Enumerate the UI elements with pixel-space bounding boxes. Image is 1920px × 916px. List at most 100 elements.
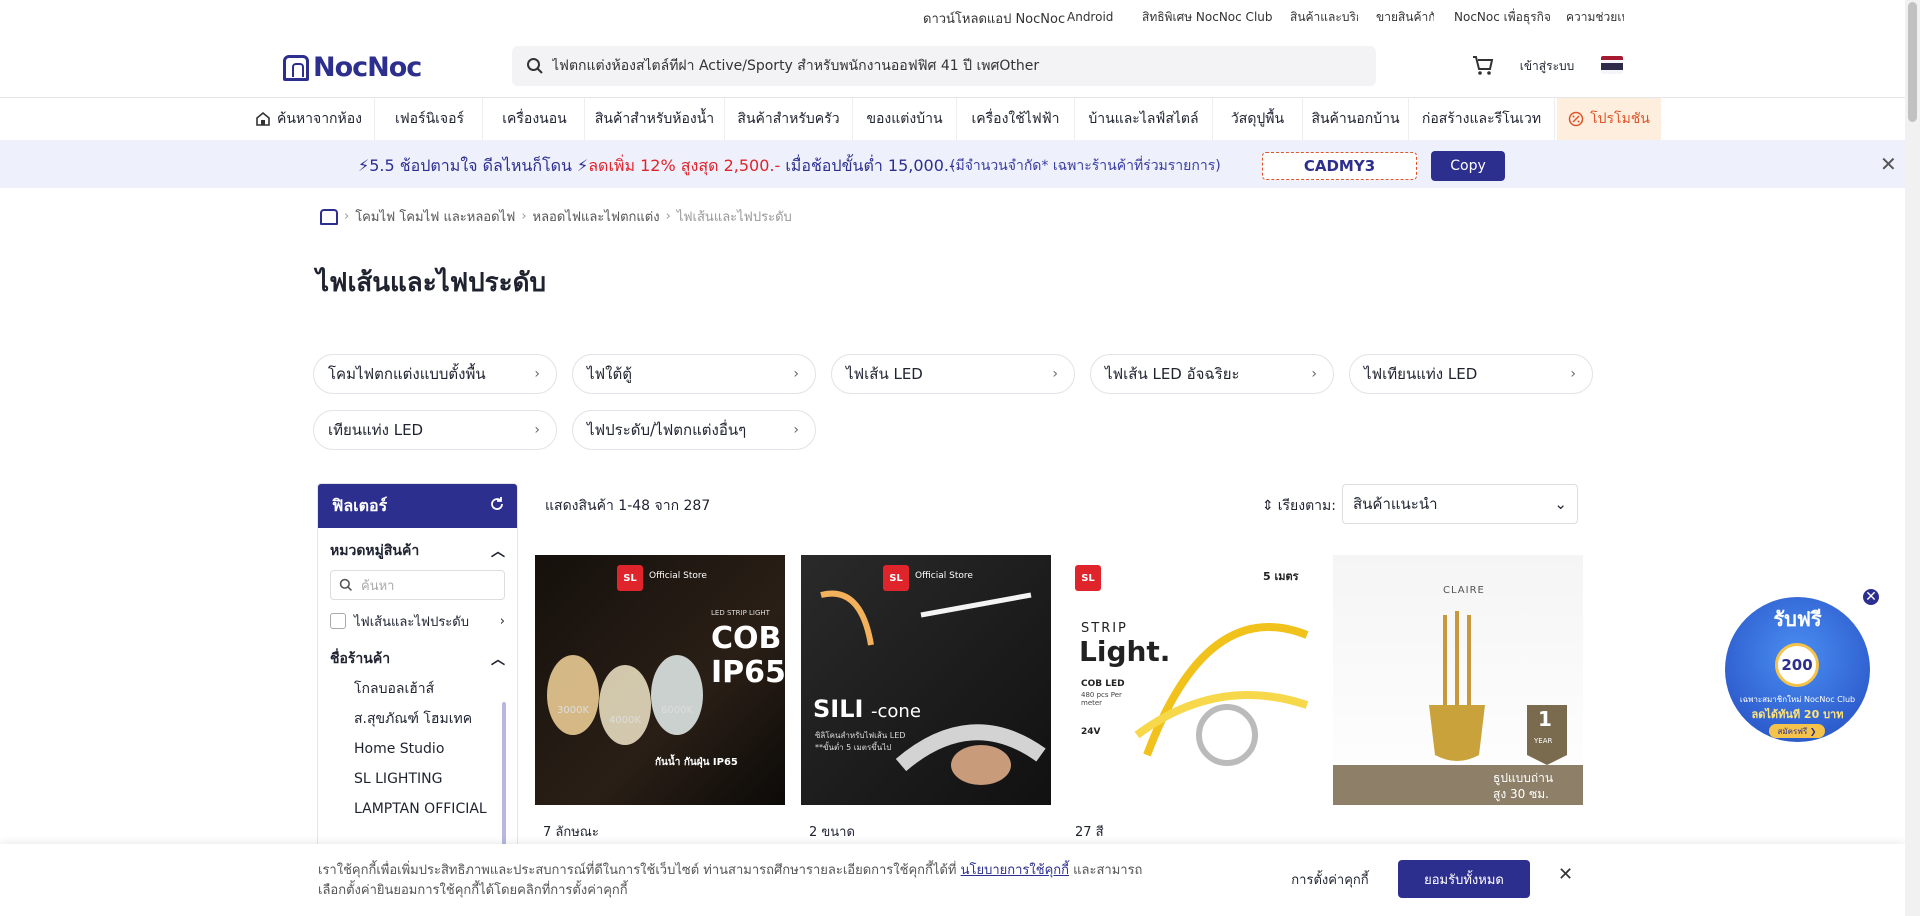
chevron-right-icon: › bbox=[534, 422, 540, 438]
search-bar[interactable] bbox=[512, 46, 1376, 86]
nav-furniture[interactable]: เฟอร์นิเจอร์ bbox=[377, 98, 483, 140]
nav-construction[interactable]: ก่อสร้างและรีโนเวท bbox=[1409, 98, 1555, 140]
sort-label-text: เรียงตาม: bbox=[1277, 498, 1336, 514]
temp-label: 3000K bbox=[557, 705, 590, 716]
cart-icon[interactable] bbox=[1470, 52, 1496, 78]
chevron-right-icon: › bbox=[1570, 366, 1576, 382]
copy-code-button[interactable]: Copy bbox=[1431, 151, 1505, 181]
login-button[interactable]: เข้าสู่ระบบ bbox=[1508, 50, 1586, 82]
utility-link-help[interactable]: ความช่วยเหลือ bbox=[1566, 7, 1624, 27]
subcategory-chip[interactable]: ไฟใต้ตู้ › bbox=[572, 354, 816, 394]
nocnoc-logo[interactable]: NocNoc bbox=[283, 52, 422, 83]
utility-link-sell[interactable]: ขายสินค้ากับเรา bbox=[1376, 7, 1434, 27]
utility-link-services[interactable]: สินค้าและบริการ bbox=[1290, 7, 1358, 27]
strip-reel-illustration bbox=[1134, 623, 1309, 766]
nav-kitchen[interactable]: สินค้าสำหรับครัว bbox=[725, 98, 853, 140]
club-reward-widget[interactable]: รับฟรี 200 เฉพาะสมาชิกใหม่ NocNoc Club ล… bbox=[1725, 597, 1870, 742]
category-option[interactable]: ไฟเส้นและไฟประดับ › bbox=[330, 606, 505, 636]
cookie-text: เราใช้คุกกี้เพื่อเพิ่มประสิทธิภาพและประส… bbox=[318, 861, 1158, 901]
filter-scrollbar[interactable] bbox=[502, 702, 506, 852]
nav-flooring[interactable]: วัสดุปูพื้น bbox=[1213, 98, 1303, 140]
nav-bedding[interactable]: เครื่องนอน bbox=[485, 98, 585, 140]
language-flag-icon[interactable] bbox=[1601, 56, 1623, 74]
nav-room-search[interactable]: ค้นหาจากห้อง bbox=[243, 98, 375, 140]
promo-text-c: เมื่อช้อปขั้นต่ำ 15,000.- bbox=[780, 156, 955, 175]
section-label: ชื่อร้านค้า bbox=[330, 651, 391, 667]
category-search-field[interactable]: ค้นหา bbox=[330, 570, 505, 600]
close-cookie-icon[interactable]: ✕ bbox=[1558, 864, 1573, 885]
warranty-number: 1 bbox=[1538, 707, 1552, 731]
product-image[interactable]: CLAIRE 1 YEAR ธูปแบบถ่าน สูง 30 ซม. bbox=[1333, 555, 1583, 805]
product-image[interactable]: SL Official Store SILI -cone ซิลิโคนสำหร… bbox=[801, 555, 1051, 805]
store-option[interactable]: Home Studio bbox=[318, 734, 517, 764]
page-scrollbar[interactable] bbox=[1905, 0, 1920, 916]
chevron-right-icon: › bbox=[1311, 366, 1317, 382]
promo-banner: ⚡5.5 ช้อปตามใจ ดีลไหนก็โดน ⚡ลดเพิ่ม 12% … bbox=[0, 140, 1905, 188]
nav-lifestyle[interactable]: บ้านและไลฟ์สไตล์ bbox=[1075, 98, 1213, 140]
promotion-icon bbox=[1568, 111, 1584, 127]
close-reward-icon[interactable]: ✕ bbox=[1861, 587, 1881, 607]
chevron-right-icon: › bbox=[521, 209, 527, 224]
variant-count: 27 สี bbox=[1075, 825, 1104, 840]
section-label: หมวดหมู่สินค้า bbox=[330, 543, 420, 559]
product-image[interactable]: SL 5 เมตร STRIP Light. COB LED 480 pcs P… bbox=[1067, 555, 1317, 805]
utility-link-club[interactable]: สิทธิพิเศษ NocNoc Club bbox=[1142, 7, 1272, 27]
utility-link-business[interactable]: NocNoc เพื่อธุรกิจ bbox=[1454, 7, 1552, 27]
breadcrumb-lighting[interactable]: โคมไฟ โคมไฟ และหลอดไฟ bbox=[355, 206, 515, 227]
search-icon bbox=[339, 578, 352, 591]
utility-link-android[interactable]: Android bbox=[1067, 7, 1113, 27]
store-option[interactable]: โกลบอลเฮ้าส์ bbox=[318, 674, 517, 704]
reset-filter-icon[interactable] bbox=[489, 496, 505, 516]
points-value: 200 bbox=[1781, 656, 1813, 674]
image-headline: -cone bbox=[871, 701, 921, 722]
category-filter-section: หมวดหมู่สินค้า ︿ ค้นหา ไฟเส้นและไฟประดับ… bbox=[318, 536, 517, 636]
breadcrumb: › โคมไฟ โคมไฟ และหลอดไฟ › หลอดไฟและไฟตกแ… bbox=[320, 206, 792, 227]
breadcrumb-current[interactable]: ไฟเส้นและไฟประดับ bbox=[677, 206, 792, 227]
promo-code: CADMY3 bbox=[1262, 152, 1417, 180]
search-icon[interactable] bbox=[518, 46, 552, 86]
result-count: แสดงสินค้า 1-48 จาก 287 bbox=[545, 498, 711, 514]
chevron-right-icon[interactable]: › bbox=[500, 614, 505, 629]
store-filter-section: ชื่อร้านค้า ︿ bbox=[318, 644, 517, 674]
nav-decor[interactable]: ของแต่งบ้าน bbox=[853, 98, 957, 140]
subcategory-chip[interactable]: ไฟเส้น LED › bbox=[831, 354, 1075, 394]
promo-text[interactable]: ⚡5.5 ช้อปตามใจ ดีลไหนก็โดน ⚡ลดเพิ่ม 12% … bbox=[358, 154, 955, 179]
subcategory-chip[interactable]: โคมไฟตกแต่งแบบตั้งพื้น › bbox=[313, 354, 557, 394]
breadcrumb-bulbs[interactable]: หลอดไฟและไฟตกแต่ง bbox=[533, 206, 660, 227]
sort-dropdown[interactable]: สินค้าแนะนำ ⌄ bbox=[1342, 484, 1578, 524]
nav-outdoor[interactable]: สินค้านอกบ้าน bbox=[1303, 98, 1409, 140]
nav-bathroom[interactable]: สินค้าสำหรับห้องน้ำ bbox=[585, 98, 725, 140]
chip-label: ไฟใต้ตู้ bbox=[587, 365, 632, 383]
store-filter-heading[interactable]: ชื่อร้านค้า ︿ bbox=[330, 644, 505, 674]
store-option[interactable]: LAMPTAN OFFICIAL bbox=[318, 794, 517, 824]
checkbox[interactable] bbox=[330, 613, 346, 629]
subcategory-chip[interactable]: ไฟประดับ/ไฟตกแต่งอื่นๆ › bbox=[572, 410, 816, 450]
category-nav: ค้นหาจากห้อง เฟอร์นิเจอร์ เครื่องนอน สิน… bbox=[0, 98, 1905, 140]
cookie-settings-button[interactable]: การตั้งค่าคุกกี้ bbox=[1270, 860, 1390, 898]
image-caption: กันน้ำ กันฝุ่น IP65 bbox=[655, 757, 738, 768]
chevron-down-icon[interactable]: ⌄ bbox=[1554, 495, 1567, 513]
nav-appliances[interactable]: เครื่องใช้ไฟฟ้า bbox=[957, 98, 1075, 140]
product-image[interactable]: SL Official Store LED STRIP LIGHT COB IP… bbox=[535, 555, 785, 805]
nav-label: ค้นหาจากห้อง bbox=[276, 111, 363, 127]
cookie-consent-bar: เราใช้คุกกี้เพื่อเพิ่มประสิทธิภาพและประส… bbox=[0, 844, 1905, 916]
store-option[interactable]: SL LIGHTING bbox=[318, 764, 517, 794]
subcategory-chip[interactable]: เทียนแท่ง LED › bbox=[313, 410, 557, 450]
store-option[interactable]: ส.สุขภัณฑ์ โฮมเทค bbox=[318, 704, 517, 734]
subcategory-chip[interactable]: ไฟเทียนแท่ง LED › bbox=[1349, 354, 1593, 394]
category-filter-heading[interactable]: หมวดหมู่สินค้า ︿ bbox=[330, 536, 505, 566]
cookie-policy-link[interactable]: นโยบายการใช้คุกกี้ bbox=[961, 863, 1069, 878]
chip-label: โคมไฟตกแต่งแบบตั้งพื้น bbox=[328, 365, 486, 383]
chevron-right-icon: › bbox=[1052, 366, 1058, 382]
scrollbar-thumb[interactable] bbox=[1908, 2, 1917, 122]
search-input[interactable] bbox=[552, 58, 1352, 74]
subcategory-chip[interactable]: ไฟเส้น LED อัจฉริยะ › bbox=[1090, 354, 1334, 394]
reward-title: รับฟรี bbox=[1773, 607, 1822, 631]
nav-promotion[interactable]: โปรโมชัน bbox=[1557, 98, 1661, 140]
reward-signup-button[interactable]: สมัครฟรี ❯ bbox=[1769, 724, 1825, 738]
close-banner-icon[interactable]: ✕ bbox=[1880, 152, 1897, 176]
breadcrumb-home-icon[interactable] bbox=[320, 208, 338, 225]
reward-discount: ลดได้ทันที 20 บาท bbox=[1751, 708, 1844, 721]
utility-bar: ดาวน์โหลดแอป NocNoc Android สิทธิพิเศษ N… bbox=[0, 0, 1905, 34]
accept-all-cookies-button[interactable]: ยอมรับทั้งหมด bbox=[1398, 860, 1530, 898]
